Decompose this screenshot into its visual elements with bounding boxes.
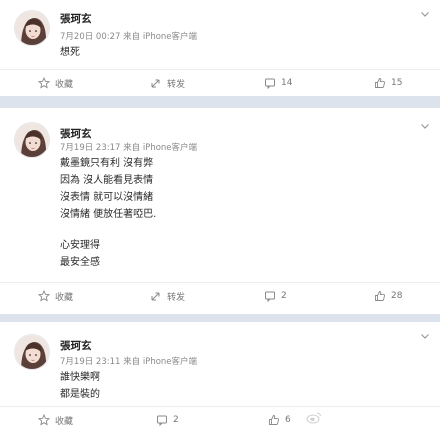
comment-bubble-icon — [265, 78, 275, 89]
post-text-line: 都是裝的 — [60, 389, 100, 400]
avatar[interactable] — [14, 122, 50, 158]
comment-button[interactable]: 2 — [264, 287, 287, 305]
favorite-button[interactable]: 收藏 — [38, 74, 73, 92]
post-text-line: 沒表情 就可以沒情緒 — [60, 192, 154, 203]
chevron-down-icon — [421, 124, 429, 129]
action-bar: 收藏 2 6 — [0, 411, 440, 429]
post-meta: 7月19日 23:11 来自 iPhone客户端 — [60, 357, 198, 367]
like-count: 28 — [391, 291, 403, 301]
avatar[interactable] — [14, 334, 50, 370]
like-button[interactable]: 15 — [374, 74, 402, 92]
repost-arrow-icon — [151, 79, 160, 88]
chevron-down-icon — [421, 12, 429, 17]
post-content: 想死 — [60, 44, 80, 61]
action-bar: 收藏 转发 2 28 — [0, 287, 440, 305]
post-card: 張珂玄 7月19日 23:11 来自 iPhone客户端 誰快樂啊 都是裝的 收… — [0, 322, 440, 430]
repost-arrow-icon — [151, 292, 160, 301]
favorite-label: 收藏 — [55, 416, 74, 427]
star-outline-icon — [38, 290, 50, 302]
repost-button[interactable]: 转发 — [150, 287, 185, 305]
like-button[interactable]: 6 — [268, 411, 291, 429]
repost-label: 转发 — [167, 292, 186, 303]
post-author[interactable]: 張珂玄 — [60, 338, 92, 353]
thumbs-up-icon — [375, 78, 385, 88]
divider — [0, 406, 440, 407]
thumbs-up-icon — [269, 415, 279, 425]
post-content: 誰快樂啊 都是裝的 — [60, 369, 100, 403]
repost-label: 转发 — [167, 79, 186, 90]
avatar-photo-icon — [15, 335, 49, 369]
comment-count: 14 — [281, 78, 293, 88]
post-content: 戴墨鏡只有利 沒有弊 因為 沒人能看見表情 沒表情 就可以沒情緒 沒情緒 便放任… — [60, 155, 156, 271]
post-separator — [0, 314, 440, 322]
thumbs-up-icon — [375, 291, 385, 301]
post-separator — [0, 96, 440, 108]
weibo-watermark — [306, 409, 325, 425]
star-outline-icon — [38, 77, 50, 89]
post-text-line: 沒情緒 便放任著啞巴. — [60, 209, 157, 220]
post-text-line: 最安全感 — [60, 257, 100, 268]
comment-button[interactable]: 2 — [156, 411, 179, 429]
more-options-button[interactable] — [420, 331, 430, 341]
post-card: 張珂玄 7月20日 00:27 来自 iPhone客户端 想死 收藏 转发 14… — [0, 0, 440, 96]
favorite-button[interactable]: 收藏 — [38, 411, 73, 429]
post-card: 張珂玄 7月19日 23:17 来自 iPhone客户端 戴墨鏡只有利 沒有弊 … — [0, 108, 440, 314]
avatar-photo-icon — [15, 123, 49, 157]
post-text-line: 想死 — [60, 47, 80, 58]
comment-bubble-icon — [157, 415, 167, 426]
post-text-line: 因為 沒人能看見表情 — [60, 175, 154, 186]
post-text-line: 心安理得 — [60, 240, 100, 251]
post-author[interactable]: 張珂玄 — [60, 11, 92, 26]
post-text-line — [60, 223, 156, 237]
weibo-logo-icon — [306, 412, 321, 423]
divider — [0, 282, 440, 283]
more-options-button[interactable] — [420, 121, 430, 131]
favorite-button[interactable]: 收藏 — [38, 287, 73, 305]
like-button[interactable]: 28 — [374, 287, 402, 305]
action-bar: 收藏 转发 14 15 — [0, 74, 440, 92]
favorite-label: 收藏 — [55, 79, 74, 90]
like-count: 6 — [285, 415, 291, 425]
post-meta: 7月19日 23:17 来自 iPhone客户端 — [60, 143, 198, 153]
comment-bubble-icon — [265, 291, 275, 302]
divider — [0, 69, 440, 70]
post-text-line: 戴墨鏡只有利 沒有弊 — [60, 158, 154, 169]
post-author[interactable]: 張珂玄 — [60, 126, 92, 141]
post-text-line: 誰快樂啊 — [60, 372, 100, 383]
comment-count: 2 — [281, 291, 287, 301]
avatar[interactable] — [14, 10, 50, 46]
repost-button[interactable]: 转发 — [150, 74, 185, 92]
post-meta: 7月20日 00:27 来自 iPhone客户端 — [60, 32, 198, 42]
comment-button[interactable]: 14 — [264, 74, 292, 92]
avatar-photo-icon — [15, 11, 49, 45]
chevron-down-icon — [421, 334, 429, 339]
like-count: 15 — [391, 78, 403, 88]
comment-count: 2 — [173, 415, 179, 425]
star-outline-icon — [38, 414, 50, 426]
more-options-button[interactable] — [420, 9, 430, 19]
favorite-label: 收藏 — [55, 292, 74, 303]
